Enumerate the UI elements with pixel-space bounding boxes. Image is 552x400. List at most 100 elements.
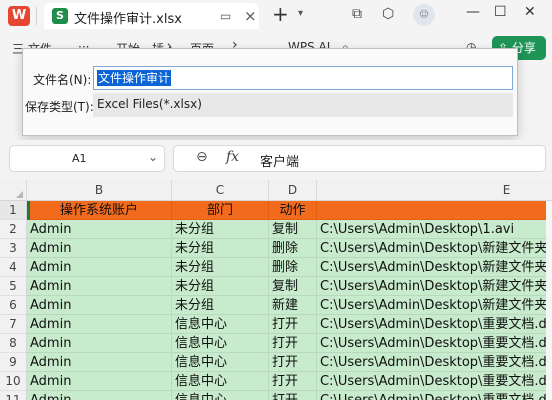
select-all-corner[interactable] (0, 180, 27, 201)
window-layout-icon[interactable]: ⧉ (352, 6, 362, 22)
cell-c[interactable]: 未分组 (172, 296, 269, 315)
spreadsheet-icon: S (52, 8, 68, 24)
table-row: 4 Admin 未分组 删除 C:\Users\Admin\Desktop\新建文件夹 (0, 258, 552, 277)
cell-b[interactable]: Admin (27, 258, 172, 277)
name-box[interactable]: A1 ⌄ (9, 145, 165, 172)
cell-c[interactable]: 未分组 (172, 220, 269, 239)
cell-d[interactable]: 打开 (269, 391, 317, 400)
row-number[interactable]: 10 (0, 372, 27, 391)
filename-label: 文件名(N): (33, 73, 92, 87)
table-row: 10 Admin 信息中心 打开 C:\Users\Admin\Desktop\重要文档… (0, 372, 552, 391)
cell-b[interactable]: Admin (27, 372, 172, 391)
cell-d[interactable]: 复制 (269, 220, 317, 239)
cell-b[interactable]: Admin (27, 239, 172, 258)
cell-d[interactable]: 打开 (269, 334, 317, 353)
filetype-select[interactable]: Excel Files(*.xlsx) (93, 93, 513, 117)
cube-icon[interactable]: ⬡ (382, 6, 394, 22)
cell-c[interactable]: 信息中心 (172, 353, 269, 372)
filetype-label: 保存类型(T): (25, 100, 94, 114)
fx-icon[interactable]: fx (226, 149, 239, 165)
column-header-d[interactable]: D (269, 180, 317, 201)
row-number[interactable]: 6 (0, 296, 27, 315)
cell-c[interactable]: 信息中心 (172, 391, 269, 400)
cell-d[interactable]: 删除 (269, 239, 317, 258)
cell-e[interactable]: C:\Users\Admin\Desktop\重要文档.d (317, 372, 552, 391)
title-bar: W S 文件操作审计.xlsx ▭ × + ▾ ⧉ ⬡ ☺ — ☐ ✕ (0, 0, 552, 32)
cell-d[interactable]: 打开 (269, 315, 317, 334)
cell-c[interactable]: 信息中心 (172, 315, 269, 334)
cell-c[interactable]: 未分组 (172, 258, 269, 277)
minimize-icon[interactable]: — (466, 4, 480, 20)
cell-e[interactable]: C:\Users\Admin\Desktop\新建文件夹 (317, 258, 552, 277)
table-row: 6 Admin 未分组 新建 C:\Users\Admin\Desktop\新建文件夹 (0, 296, 552, 315)
cell-d[interactable]: 删除 (269, 258, 317, 277)
column-header-e[interactable]: E (317, 180, 552, 201)
row-number[interactable]: 8 (0, 334, 27, 353)
table-row: 3 Admin 未分组 删除 C:\Users\Admin\Desktop\新建文件夹 (0, 239, 552, 258)
cell-b[interactable]: Admin (27, 391, 172, 400)
cell-c[interactable]: 部门 (172, 201, 269, 220)
cell-d[interactable]: 打开 (269, 353, 317, 372)
close-tab-icon[interactable]: × (244, 7, 257, 25)
vertical-scrollbar[interactable] (546, 201, 552, 400)
filename-selection: 文件操作审计 (97, 70, 172, 86)
cell-e[interactable]: C:\Users\Admin\Desktop\重要文档.d (317, 391, 552, 400)
zoom-icon[interactable]: ⊖ (196, 149, 208, 165)
cell-d[interactable]: 打开 (269, 372, 317, 391)
cell-e[interactable]: C:\Users\Admin\Desktop\重要文档.d (317, 353, 552, 372)
table-row: 7 Admin 信息中心 打开 C:\Users\Admin\Desktop\重要文档.… (0, 315, 552, 334)
cell-b[interactable]: Admin (27, 277, 172, 296)
cell-e[interactable]: C:\Users\Admin\Desktop\新建文件夹 (317, 296, 552, 315)
row-number[interactable]: 9 (0, 353, 27, 372)
table-row: 8 Admin 信息中心 打开 C:\Users\Admin\Desktop\重要文档.… (0, 334, 552, 353)
cell-e[interactable]: 源路径 (317, 201, 552, 220)
cell-b[interactable]: 操作系统账户 (27, 201, 172, 220)
cell-c[interactable]: 未分组 (172, 239, 269, 258)
row-number[interactable]: 2 (0, 220, 27, 239)
cell-e[interactable]: C:\Users\Admin\Desktop\新建文件夹 (317, 277, 552, 296)
cell-c[interactable]: 未分组 (172, 277, 269, 296)
chevron-down-icon[interactable]: ⌄ (148, 150, 158, 164)
row-number[interactable]: 5 (0, 277, 27, 296)
monitor-icon[interactable]: ▭ (220, 9, 231, 23)
cell-c[interactable]: 信息中心 (172, 372, 269, 391)
avatar[interactable]: ☺ (413, 4, 435, 26)
row-number[interactable]: 7 (0, 315, 27, 334)
document-title: 文件操作审计.xlsx (74, 12, 182, 27)
cell-c[interactable]: 信息中心 (172, 334, 269, 353)
chevron-down-icon[interactable]: ▾ (298, 8, 303, 19)
cell-e[interactable]: C:\Users\Admin\Desktop\重要文档.d (317, 334, 552, 353)
close-window-icon[interactable]: ✕ (524, 4, 536, 20)
row-number[interactable]: 11 (0, 391, 27, 400)
cell-e[interactable]: C:\Users\Admin\Desktop\新建文件夹 (317, 239, 552, 258)
table-header-row: 1操作系统账户部门动作源路径 (0, 201, 552, 220)
cell-b[interactable]: Admin (27, 334, 172, 353)
save-dialog: 文件名(N): 文件操作审计 保存类型(T): Excel Files(*.xl… (22, 48, 518, 136)
cell-b[interactable]: Admin (27, 220, 172, 239)
cell-b[interactable]: Admin (27, 296, 172, 315)
column-header-c[interactable]: C (172, 180, 269, 201)
maximize-icon[interactable]: ☐ (494, 4, 507, 20)
wps-logo-icon[interactable]: W (8, 6, 30, 26)
row-number[interactable]: 4 (0, 258, 27, 277)
row-number[interactable]: 1 (0, 201, 27, 220)
cell-e[interactable]: C:\Users\Admin\Desktop\1.avi (317, 220, 552, 239)
new-tab-icon[interactable]: + (272, 2, 289, 26)
row-number[interactable]: 3 (0, 239, 27, 258)
cell-b[interactable]: Admin (27, 353, 172, 372)
column-header-b[interactable]: B (27, 180, 172, 201)
formula-bar[interactable]: ⊖ fx 客户端 (173, 145, 546, 172)
cell-d[interactable]: 新建 (269, 296, 317, 315)
formula-row: A1 ⌄ ⊖ fx 客户端 (0, 140, 552, 180)
table-row: 5 Admin 未分组 复制 C:\Users\Admin\Desktop\新建文件夹 (0, 277, 552, 296)
tab-separator (36, 7, 37, 25)
cell-b[interactable]: Admin (27, 315, 172, 334)
active-cell-indicator (27, 201, 30, 220)
cell-d[interactable]: 动作 (269, 201, 317, 220)
cell-e[interactable]: C:\Users\Admin\Desktop\重要文档.d (317, 315, 552, 334)
table-row: 11Admin信息中心打开C:\Users\Admin\Desktop\重要文档… (0, 391, 552, 400)
document-tab[interactable]: S 文件操作审计.xlsx ▭ × (44, 3, 259, 29)
filename-input[interactable]: 文件操作审计 (93, 66, 513, 90)
cell-d[interactable]: 复制 (269, 277, 317, 296)
formula-value: 客户端 (260, 155, 300, 170)
